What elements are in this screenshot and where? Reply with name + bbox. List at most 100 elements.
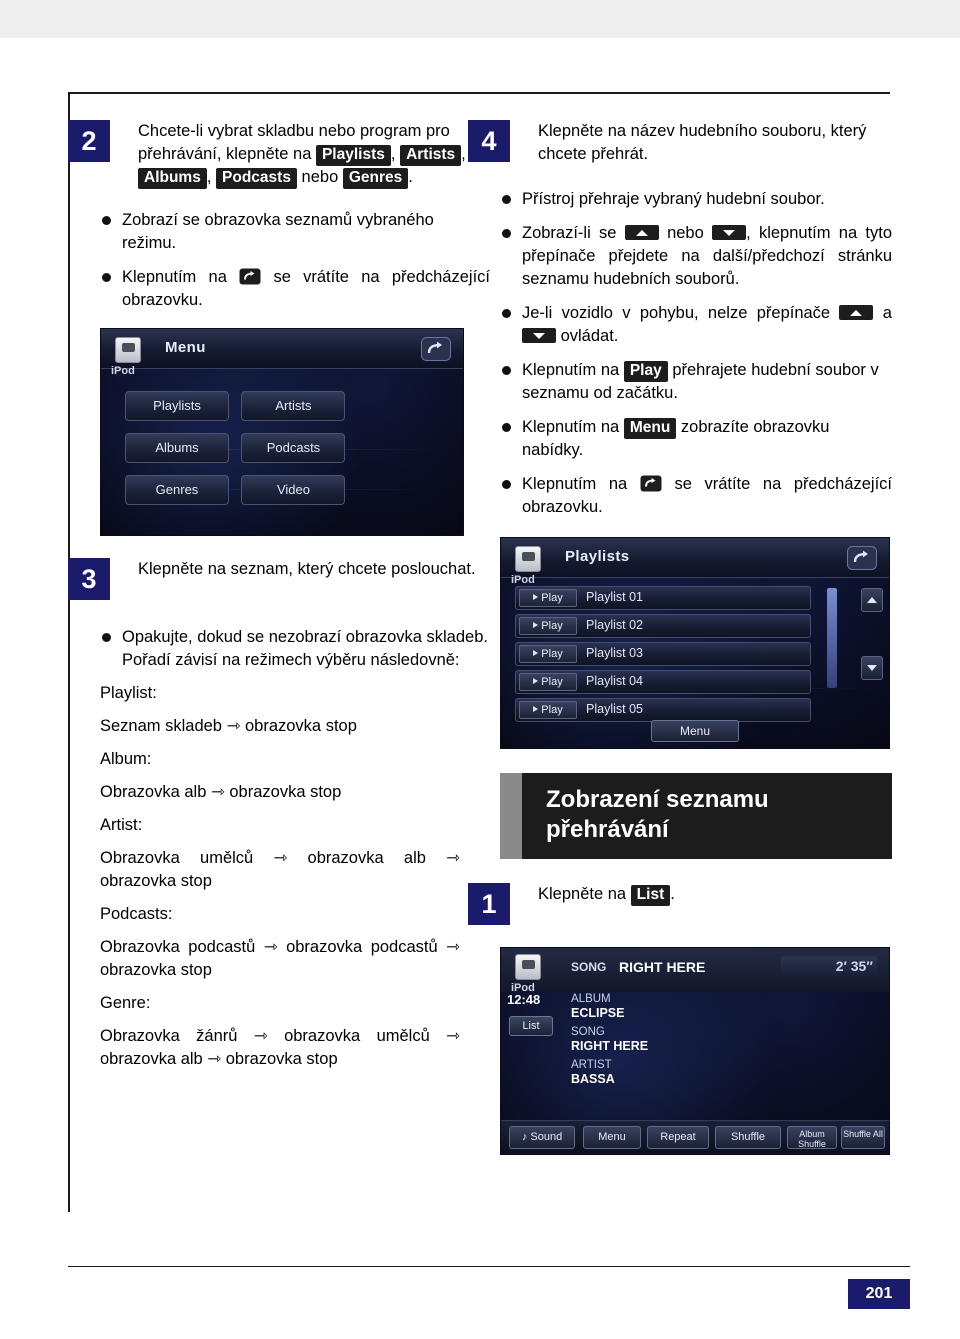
sound-button[interactable]: ♪ Sound <box>509 1126 575 1149</box>
ipod-badge-2: iPod <box>509 546 561 586</box>
switch-up-icon[interactable] <box>624 225 659 240</box>
nebo-1: nebo <box>301 168 339 186</box>
step-3-number: 3 <box>68 558 110 600</box>
meta-artist-label: ARTIST <box>571 1059 612 1071</box>
row-play-label: Play <box>541 620 563 632</box>
nowplaying-screenshot: iPod SONG RIGHT HERE 2′ 35″ 12:48 List A… <box>500 947 890 1155</box>
row-play-button[interactable]: Play <box>519 645 577 663</box>
list-item[interactable]: Play Playlist 03 <box>515 642 811 666</box>
switch-down-icon-2[interactable] <box>522 328 556 343</box>
row-play-button[interactable]: Play <box>519 589 577 607</box>
top-rule <box>68 92 890 94</box>
ipod-icon <box>115 337 141 363</box>
bullet-play-key-t1: Klepnutím na <box>522 361 620 379</box>
step-4-number: 4 <box>468 120 510 162</box>
row-play-button[interactable]: Play <box>519 673 577 691</box>
footer-rule <box>68 1266 910 1267</box>
switch-down-icon[interactable] <box>712 225 747 240</box>
key-genres[interactable]: Genres <box>342 168 409 189</box>
meta-artist-value: BASSA <box>571 1072 615 1086</box>
row-play-button[interactable]: Play <box>519 617 577 635</box>
manual-page: 2 Chcete-li vybrat skladbu nebo program … <box>0 0 960 1339</box>
key-play[interactable]: Play <box>623 361 668 382</box>
row-title: Playlist 01 <box>586 590 643 604</box>
bullet-page-switch-t1: Zobrazí-li se <box>522 224 617 242</box>
ipod-icon-3 <box>515 954 541 980</box>
order-genre-label: Genre: <box>100 994 151 1012</box>
bullet-play-key: Klepnutím na Play přehrajete hudební sou… <box>500 359 892 405</box>
key-podcasts[interactable]: Podcasts <box>216 168 297 189</box>
key-menu[interactable]: Menu <box>623 418 677 439</box>
row-play-label: Play <box>541 704 563 716</box>
ipod-icon-2 <box>515 546 541 572</box>
arrow-down-icon[interactable] <box>861 656 883 680</box>
album-shuffle-button[interactable]: Album Shuffle <box>787 1126 837 1149</box>
bullet-repeat-order: Opakujte, dokud se nezobrazí obrazovka s… <box>100 626 490 672</box>
menu-button-genres[interactable]: Genres <box>125 475 229 505</box>
order-playlist-label: Playlist: <box>100 684 157 702</box>
switch-up-icon-2[interactable] <box>839 305 874 320</box>
row-play-button[interactable]: Play <box>519 701 577 719</box>
play-triangle-icon <box>533 622 539 628</box>
menu-button-video[interactable]: Video <box>241 475 346 505</box>
order-playlist-value: Seznam skladeb ⇾ obrazovka stop <box>100 717 357 735</box>
bullet-menu-key: Klepnutím na Menu zobrazíte obrazovku na… <box>500 416 892 462</box>
menu-button[interactable]: Menu <box>583 1126 641 1149</box>
menu-button-playlists[interactable]: Playlists <box>125 391 229 421</box>
menu-button-podcasts[interactable]: Podcasts <box>241 433 346 463</box>
sound-button-label: Sound <box>530 1131 563 1143</box>
menu-back-button[interactable] <box>421 337 451 366</box>
order-album-label: Album: <box>100 750 152 768</box>
shuffle-button[interactable]: Shuffle <box>715 1126 781 1149</box>
nowplaying-song-title: RIGHT HERE <box>619 959 706 975</box>
key-albums[interactable]: Albums <box>138 168 207 189</box>
repeat-button[interactable]: Repeat <box>647 1126 709 1149</box>
list-item[interactable]: Play Playlist 02 <box>515 614 811 638</box>
menu-button-artists[interactable]: Artists <box>241 391 346 421</box>
arrow-up-icon[interactable] <box>861 588 883 612</box>
step-1-intro: Klepněte na <box>538 885 627 903</box>
bullet-lists-screen-text: Zobrazí se obrazovka seznamů vybraného r… <box>122 211 434 252</box>
play-triangle-icon <box>533 678 539 684</box>
shuffle-all-button[interactable]: Shuffle All <box>841 1126 885 1149</box>
key-playlists[interactable]: Playlists <box>315 145 391 166</box>
meta-song-value: RIGHT HERE <box>571 1039 649 1053</box>
section-banner: Zobrazení seznamu přehrávání <box>500 773 892 859</box>
step-3: 3 Klepněte na seznam, který chcete poslo… <box>68 558 490 604</box>
key-list[interactable]: List <box>630 885 671 906</box>
scrollbar[interactable] <box>827 588 837 688</box>
play-triangle-icon <box>533 706 539 712</box>
period-1: . <box>408 168 413 186</box>
period-2: . <box>670 885 675 903</box>
left-rule <box>68 92 70 1212</box>
play-triangle-icon <box>533 594 539 600</box>
playlists-menu-button[interactable]: Menu <box>651 720 739 742</box>
playlists-back-button[interactable] <box>847 546 877 575</box>
bullet-moving-vehicle-t2: a <box>882 304 892 322</box>
list-item[interactable]: Play Playlist 05 <box>515 698 811 722</box>
back-arrow-icon-2[interactable] <box>640 475 662 492</box>
ipod-label-2: iPod <box>511 574 535 586</box>
step-4-text: Klepněte na název hudebního souboru, kte… <box>538 122 867 163</box>
order-genre-value: Obrazovka žánrů ⇾ obrazovka umělců ⇾ obr… <box>100 1027 460 1068</box>
nowplaying-bottombar: ♪ Sound Menu Repeat Shuffle Album Shuffl… <box>501 1120 889 1154</box>
comma-1: , <box>390 145 396 163</box>
key-artists[interactable]: Artists <box>400 145 462 166</box>
back-arrow-icon[interactable] <box>239 268 261 285</box>
menu-button-albums[interactable]: Albums <box>125 433 229 463</box>
row-play-label: Play <box>541 676 563 688</box>
menu-screen-title: Menu <box>165 339 206 356</box>
banner-line-1: Zobrazení seznamu <box>546 786 769 813</box>
row-title: Playlist 04 <box>586 674 643 688</box>
list-item[interactable]: Play Playlist 01 <box>515 586 811 610</box>
banner-line-2: přehrávání <box>546 816 669 843</box>
bullet-moving-vehicle-t3: ovládat. <box>560 327 619 345</box>
step-2: 2 Chcete-li vybrat skladbu nebo program … <box>68 120 490 189</box>
step-2-number: 2 <box>68 120 110 162</box>
menu-button-grid: Playlists Artists Albums Podcasts Genres… <box>125 391 439 517</box>
ipod-label: iPod <box>111 365 135 377</box>
row-play-label: Play <box>541 648 563 660</box>
list-button[interactable]: List <box>509 1016 553 1036</box>
list-item[interactable]: Play Playlist 04 <box>515 670 811 694</box>
right-column: 4 Klepněte na název hudebního souboru, k… <box>468 120 892 1155</box>
